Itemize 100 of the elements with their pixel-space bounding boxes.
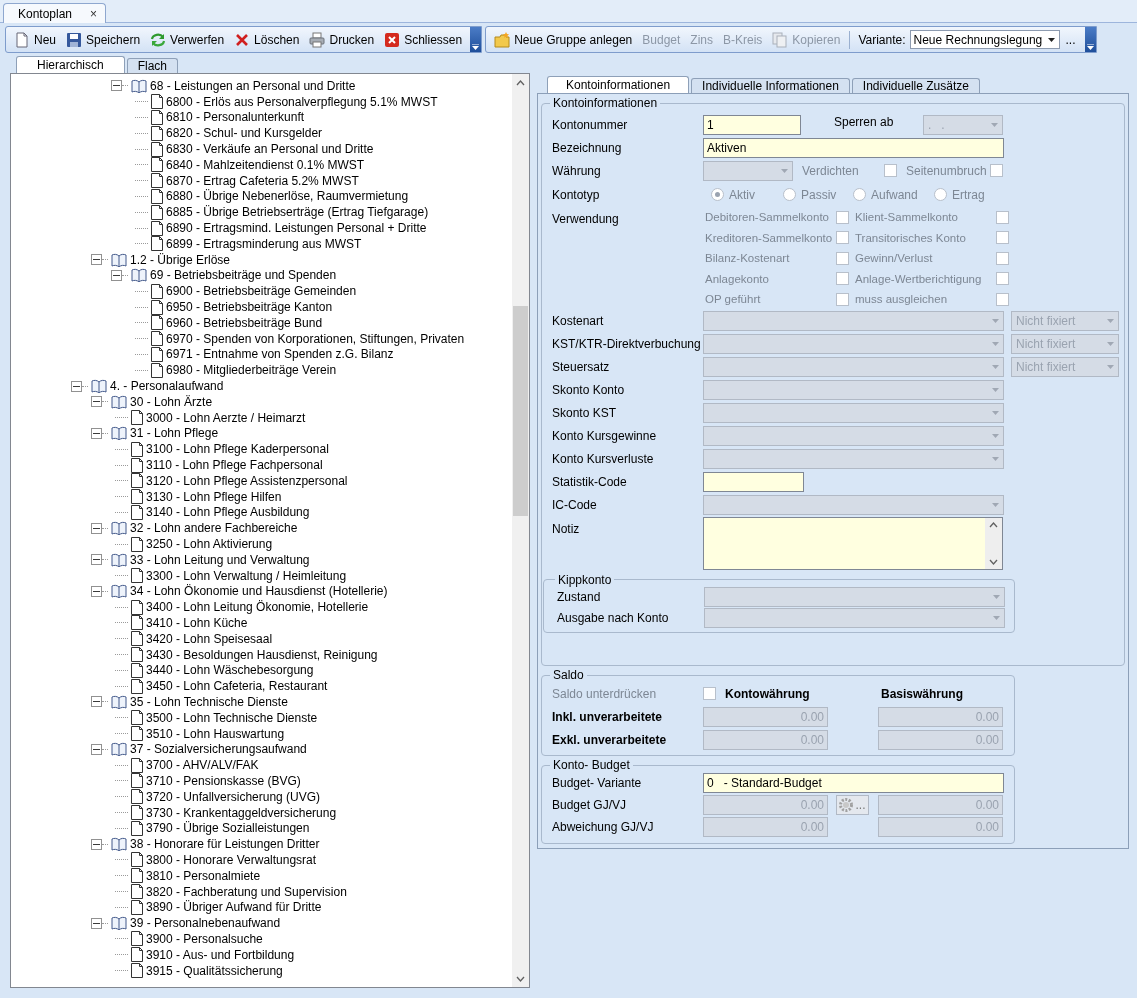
tree-item[interactable]: 6870 - Ertrag Cafeteria 5.2% MWST	[166, 173, 359, 188]
scroll-up-icon[interactable]	[516, 79, 525, 86]
tree-item[interactable]: 6810 - Personalunterkunft	[166, 110, 305, 125]
tree-item[interactable]: 1.2 - Übrige Erlöse	[130, 252, 231, 267]
expand-toggle[interactable]	[91, 254, 102, 266]
tree-item[interactable]: 3510 - Lohn Hauswartung	[146, 726, 285, 741]
note-field[interactable]	[703, 516, 1003, 570]
expand-toggle[interactable]	[91, 917, 102, 929]
expand-toggle[interactable]	[91, 838, 102, 850]
tree-item[interactable]: 32 - Lohn andere Fachbereiche	[130, 521, 298, 536]
tree-item[interactable]: 3440 - Lohn Wäschebesorgung	[146, 663, 314, 678]
toolbar-overflow-button[interactable]	[1084, 27, 1096, 52]
tree-item[interactable]: 3450 - Lohn Cafeteria, Restaurant	[146, 679, 328, 694]
toolbar-button[interactable]: Löschen	[229, 28, 305, 51]
budget-variant-field[interactable]: 0 - Standard-Budget	[703, 773, 1004, 793]
tree-item[interactable]: 3140 - Lohn Pflege Ausbildung	[146, 505, 310, 520]
tree-item[interactable]: 6885 - Übrige Betriebserträge (Ertrag Tiefgarage)	[166, 205, 429, 220]
tree-item[interactable]: 3120 - Lohn Pflege Assistenzpersonal	[146, 473, 348, 488]
tree-item[interactable]: 3000 - Lohn Aerzte / Heimarzt	[146, 410, 306, 425]
expand-toggle[interactable]	[111, 269, 122, 281]
tree-item[interactable]: 39 - Personalnebenaufwand	[130, 916, 281, 931]
tree-item[interactable]: 3810 - Personalmiete	[146, 868, 261, 883]
tree-item[interactable]: 3250 - Lohn Aktivierung	[146, 537, 273, 551]
tree-item[interactable]: 31 - Lohn Pflege	[130, 426, 219, 441]
caret-icon	[992, 434, 999, 438]
view-tab[interactable]: Flach	[126, 58, 179, 73]
tree-item[interactable]: 3800 - Honorare Verwaltungsrat	[146, 852, 317, 867]
document-tab[interactable]: Kontoplan ×	[3, 3, 107, 23]
tree-item[interactable]: 3710 - Pensionskasse (BVG)	[146, 773, 301, 788]
expand-toggle[interactable]	[111, 80, 122, 92]
expand-toggle[interactable]	[91, 696, 102, 708]
tree-item[interactable]: 6890 - Ertragsmind. Leistungen Personal + Dritte	[166, 221, 427, 236]
detail-tab[interactable]: Individuelle Informationen	[691, 78, 850, 93]
tree-item[interactable]: 4. - Personalaufwand	[110, 379, 224, 394]
tree-item[interactable]: 6820 - Schul- und Kursgelder	[166, 126, 323, 141]
tree-item[interactable]: 3430 - Besoldungen Hausdienst, Reinigung	[146, 647, 378, 662]
tree-item[interactable]: 3400 - Lohn Leitung Ökonomie, Hotellerie	[146, 600, 369, 615]
expand-toggle[interactable]	[91, 554, 102, 566]
tree-item[interactable]: 34 - Lohn Ökonomie und Hausdienst (Hotellerie)	[130, 584, 388, 599]
scroll-down-icon[interactable]	[516, 975, 525, 982]
tree-item[interactable]: 68 - Leistungen an Personal und Dritte	[150, 78, 356, 93]
tree-item[interactable]: 6960 - Betriebsbeiträge Bund	[166, 315, 323, 330]
toolbar-overflow-button[interactable]	[470, 27, 482, 52]
tree-item[interactable]: 6900 - Betriebsbeiträge Gemeinden	[166, 284, 357, 299]
tree-item[interactable]: 6971 - Entnahme von Spenden z.G. Bilanz	[166, 347, 394, 362]
tree-item[interactable]: 3700 - AHV/ALV/FAK	[146, 758, 259, 773]
toolbar-button[interactable]: Schliessen	[379, 28, 468, 51]
expand-toggle[interactable]	[91, 427, 102, 439]
tree-item[interactable]: 35 - Lohn Technische Dienste	[130, 694, 288, 709]
scrollbar[interactable]	[512, 74, 529, 987]
toolbar-button[interactable]: Drucken	[304, 28, 380, 51]
tree-item[interactable]: 3890 - Übriger Aufwand für Dritte	[146, 900, 322, 915]
tree-item[interactable]: 3300 - Lohn Verwaltung / Heimleitung	[146, 568, 347, 583]
tree-item[interactable]: 6950 - Betriebsbeiträge Kanton	[166, 300, 333, 315]
scrollbar-thumb[interactable]	[513, 306, 528, 516]
detail-tab[interactable]: Kontoinformationen	[547, 76, 690, 93]
tree-item[interactable]: 3910 - Aus- und Fortbildung	[146, 947, 295, 962]
tree-item[interactable]: 3730 - Krankentaggeldversicherung	[146, 805, 337, 820]
toolbar-button[interactable]: Neue Gruppe anlegen	[489, 28, 638, 51]
account-number-field[interactable]: 1	[703, 114, 801, 135]
tree-item[interactable]: 3900 - Personalsuche	[146, 931, 263, 946]
expand-toggle[interactable]	[91, 396, 102, 408]
scroll-up-icon[interactable]	[989, 521, 998, 528]
tree-item[interactable]: 6899 - Ertragsminderung aus MWST	[166, 236, 362, 251]
expand-toggle[interactable]	[71, 380, 82, 392]
expand-toggle[interactable]	[91, 743, 102, 755]
tree-item[interactable]: 30 - Lohn Ärzte	[130, 394, 213, 409]
tree-item[interactable]: 6970 - Spenden von Korporationen, Stiftungen, Privaten	[166, 331, 465, 346]
tree-item[interactable]: 3130 - Lohn Pflege Hilfen	[146, 489, 282, 504]
tree-item[interactable]: 6880 - Übrige Nebenerlöse, Raumvermietung	[166, 189, 409, 204]
tree-item[interactable]: 3915 - Qualitätssicherung	[146, 963, 283, 978]
tree-item[interactable]: 3110 - Lohn Pflege Fachpersonal	[146, 458, 323, 472]
detail-tab[interactable]: Individuelle Zusätze	[851, 78, 980, 93]
statistic-code-field[interactable]	[703, 472, 804, 492]
tree-item[interactable]: 3500 - Lohn Technische Dienste	[146, 710, 318, 725]
tree-item[interactable]: 3420 - Lohn Speisesaal	[146, 631, 273, 646]
tree-item[interactable]: 6840 - Mahlzeitendienst 0.1% MWST	[166, 157, 365, 172]
tree-item[interactable]: 69 - Betriebsbeiträge und Spenden	[150, 268, 337, 283]
tree-item[interactable]: 37 - Sozialversicherungsaufwand	[130, 742, 307, 757]
expand-toggle[interactable]	[91, 585, 102, 597]
more-button[interactable]: ...	[1059, 32, 1082, 47]
toolbar-button[interactable]: Speichern	[61, 28, 146, 51]
view-tab[interactable]: Hierarchisch	[16, 56, 125, 73]
close-tab-button[interactable]: ×	[90, 6, 98, 21]
tree-item[interactable]: 6800 - Erlös aus Personalverpflegung 5.1% MWST	[166, 94, 438, 109]
tree-item[interactable]: 3720 - Unfallversicherung (UVG)	[146, 789, 321, 804]
tree-item[interactable]: 38 - Honorare für Leistungen Dritter	[130, 837, 320, 852]
toolbar-button[interactable]: Neu	[9, 28, 61, 51]
tree-item[interactable]: 3100 - Lohn Pflege Kaderpersonal	[146, 442, 329, 457]
tree-item[interactable]: 33 - Lohn Leitung und Verwaltung	[130, 552, 310, 567]
tree-item[interactable]: 3820 - Fachberatung und Supervision	[146, 884, 347, 899]
name-field[interactable]: Aktiven	[703, 137, 1004, 158]
tree-item[interactable]: 6830 - Verkäufe an Personal und Dritte	[166, 142, 374, 157]
expand-toggle[interactable]	[91, 522, 102, 534]
toolbar-button[interactable]: Verwerfen	[145, 28, 230, 51]
tree-item[interactable]: 6980 - Mitgliederbeiträge Verein	[166, 363, 337, 378]
variant-dropdown[interactable]: Neue Rechnungslegung	[909, 30, 1060, 49]
scroll-down-icon[interactable]	[989, 558, 998, 565]
tree-item[interactable]: 3410 - Lohn Küche	[146, 616, 248, 630]
tree-item[interactable]: 3790 - Übrige Sozialleistungen	[146, 821, 310, 836]
